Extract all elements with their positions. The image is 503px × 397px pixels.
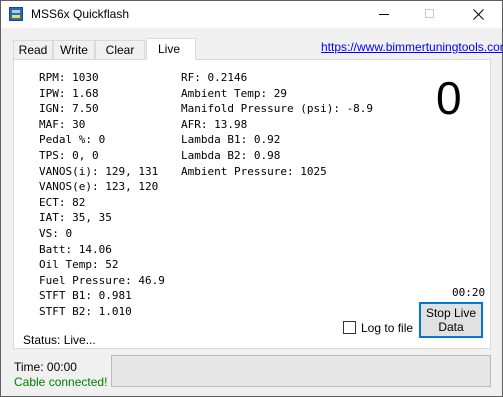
log-to-file-label[interactable]: Log to file [361, 321, 413, 335]
stop-button-line1: Stop Live [425, 306, 477, 320]
live-value-vs: VS: 0 [39, 226, 73, 240]
title-bar[interactable]: MSS6x Quickflash [1, 1, 502, 28]
tab-read[interactable]: Read [13, 40, 53, 59]
app-icon [9, 7, 23, 21]
live-value-pedal: Pedal %: 0 [39, 133, 106, 147]
live-panel: RPM: 1030 IPW: 1.68 IGN: 7.50 MAF: 30 Pe… [13, 59, 491, 349]
live-value-lambda-b2: Lambda B2: 0.98 [181, 148, 281, 162]
time-label: Time: 00:00 [14, 360, 77, 374]
live-value-ambient-temp: Ambient Temp: 29 [181, 86, 287, 100]
app-window: MSS6x Quickflash Read Write Clear Live h… [0, 0, 503, 397]
maximize-button [407, 1, 453, 28]
live-values-right: RF: 0.2146 Ambient Temp: 29 Manifold Pre… [181, 70, 373, 179]
live-value-ambient-pressure: Ambient Pressure: 1025 [181, 164, 327, 178]
live-value-manifold-pressure: Manifold Pressure (psi): -8.9 [181, 102, 374, 116]
live-value-lambda-b1: Lambda B1: 0.92 [181, 133, 281, 147]
live-value-ipw: IPW: 1.68 [39, 86, 99, 100]
log-to-file-checkbox[interactable] [343, 321, 356, 334]
live-value-ect: ECT: 82 [39, 195, 86, 209]
live-value-iat: IAT: 35, 35 [39, 211, 112, 225]
stop-button-line2: Data [438, 320, 464, 334]
tab-clear[interactable]: Clear [95, 40, 145, 59]
stop-live-data-button[interactable]: Stop Live Data [419, 302, 483, 338]
live-value-afr: AFR: 13.98 [181, 117, 248, 131]
tab-write[interactable]: Write [53, 40, 95, 59]
website-link[interactable]: https://www.bimmertuningtools.com [321, 40, 503, 54]
close-button[interactable] [455, 1, 501, 28]
close-icon [473, 9, 484, 20]
live-value-rpm: RPM: 1030 [39, 71, 99, 84]
live-value-fuel-pressure: Fuel Pressure: 46.9 [39, 273, 165, 287]
minimize-button[interactable] [361, 1, 407, 28]
live-value-vanos-intake: VANOS(i): 129, 131 [39, 164, 159, 178]
live-value-batt: Batt: 14.06 [39, 242, 112, 256]
progress-bar [111, 355, 491, 387]
status-text: Status: Live... [23, 333, 96, 347]
elapsed-timer: 00:20 [452, 286, 486, 299]
window-title: MSS6x Quickflash [31, 7, 130, 21]
live-values-left: RPM: 1030 IPW: 1.68 IGN: 7.50 MAF: 30 Pe… [39, 70, 165, 320]
live-value-tps: TPS: 0, 0 [39, 148, 99, 162]
sample-counter: 0 [436, 72, 462, 124]
live-value-ign: IGN: 7.50 [39, 102, 99, 116]
live-value-stft-b2: STFT B2: 1.010 [39, 304, 132, 318]
live-value-stft-b1: STFT B1: 0.981 [39, 289, 132, 303]
tab-live[interactable]: Live [146, 38, 196, 60]
live-value-vanos-exhaust: VANOS(e): 123, 120 [39, 180, 159, 194]
cable-status: Cable connected! [14, 375, 108, 389]
live-value-rf: RF: 0.2146 [181, 71, 248, 84]
live-value-oil-temp: Oil Temp: 52 [39, 258, 119, 272]
live-value-maf: MAF: 30 [39, 117, 86, 131]
